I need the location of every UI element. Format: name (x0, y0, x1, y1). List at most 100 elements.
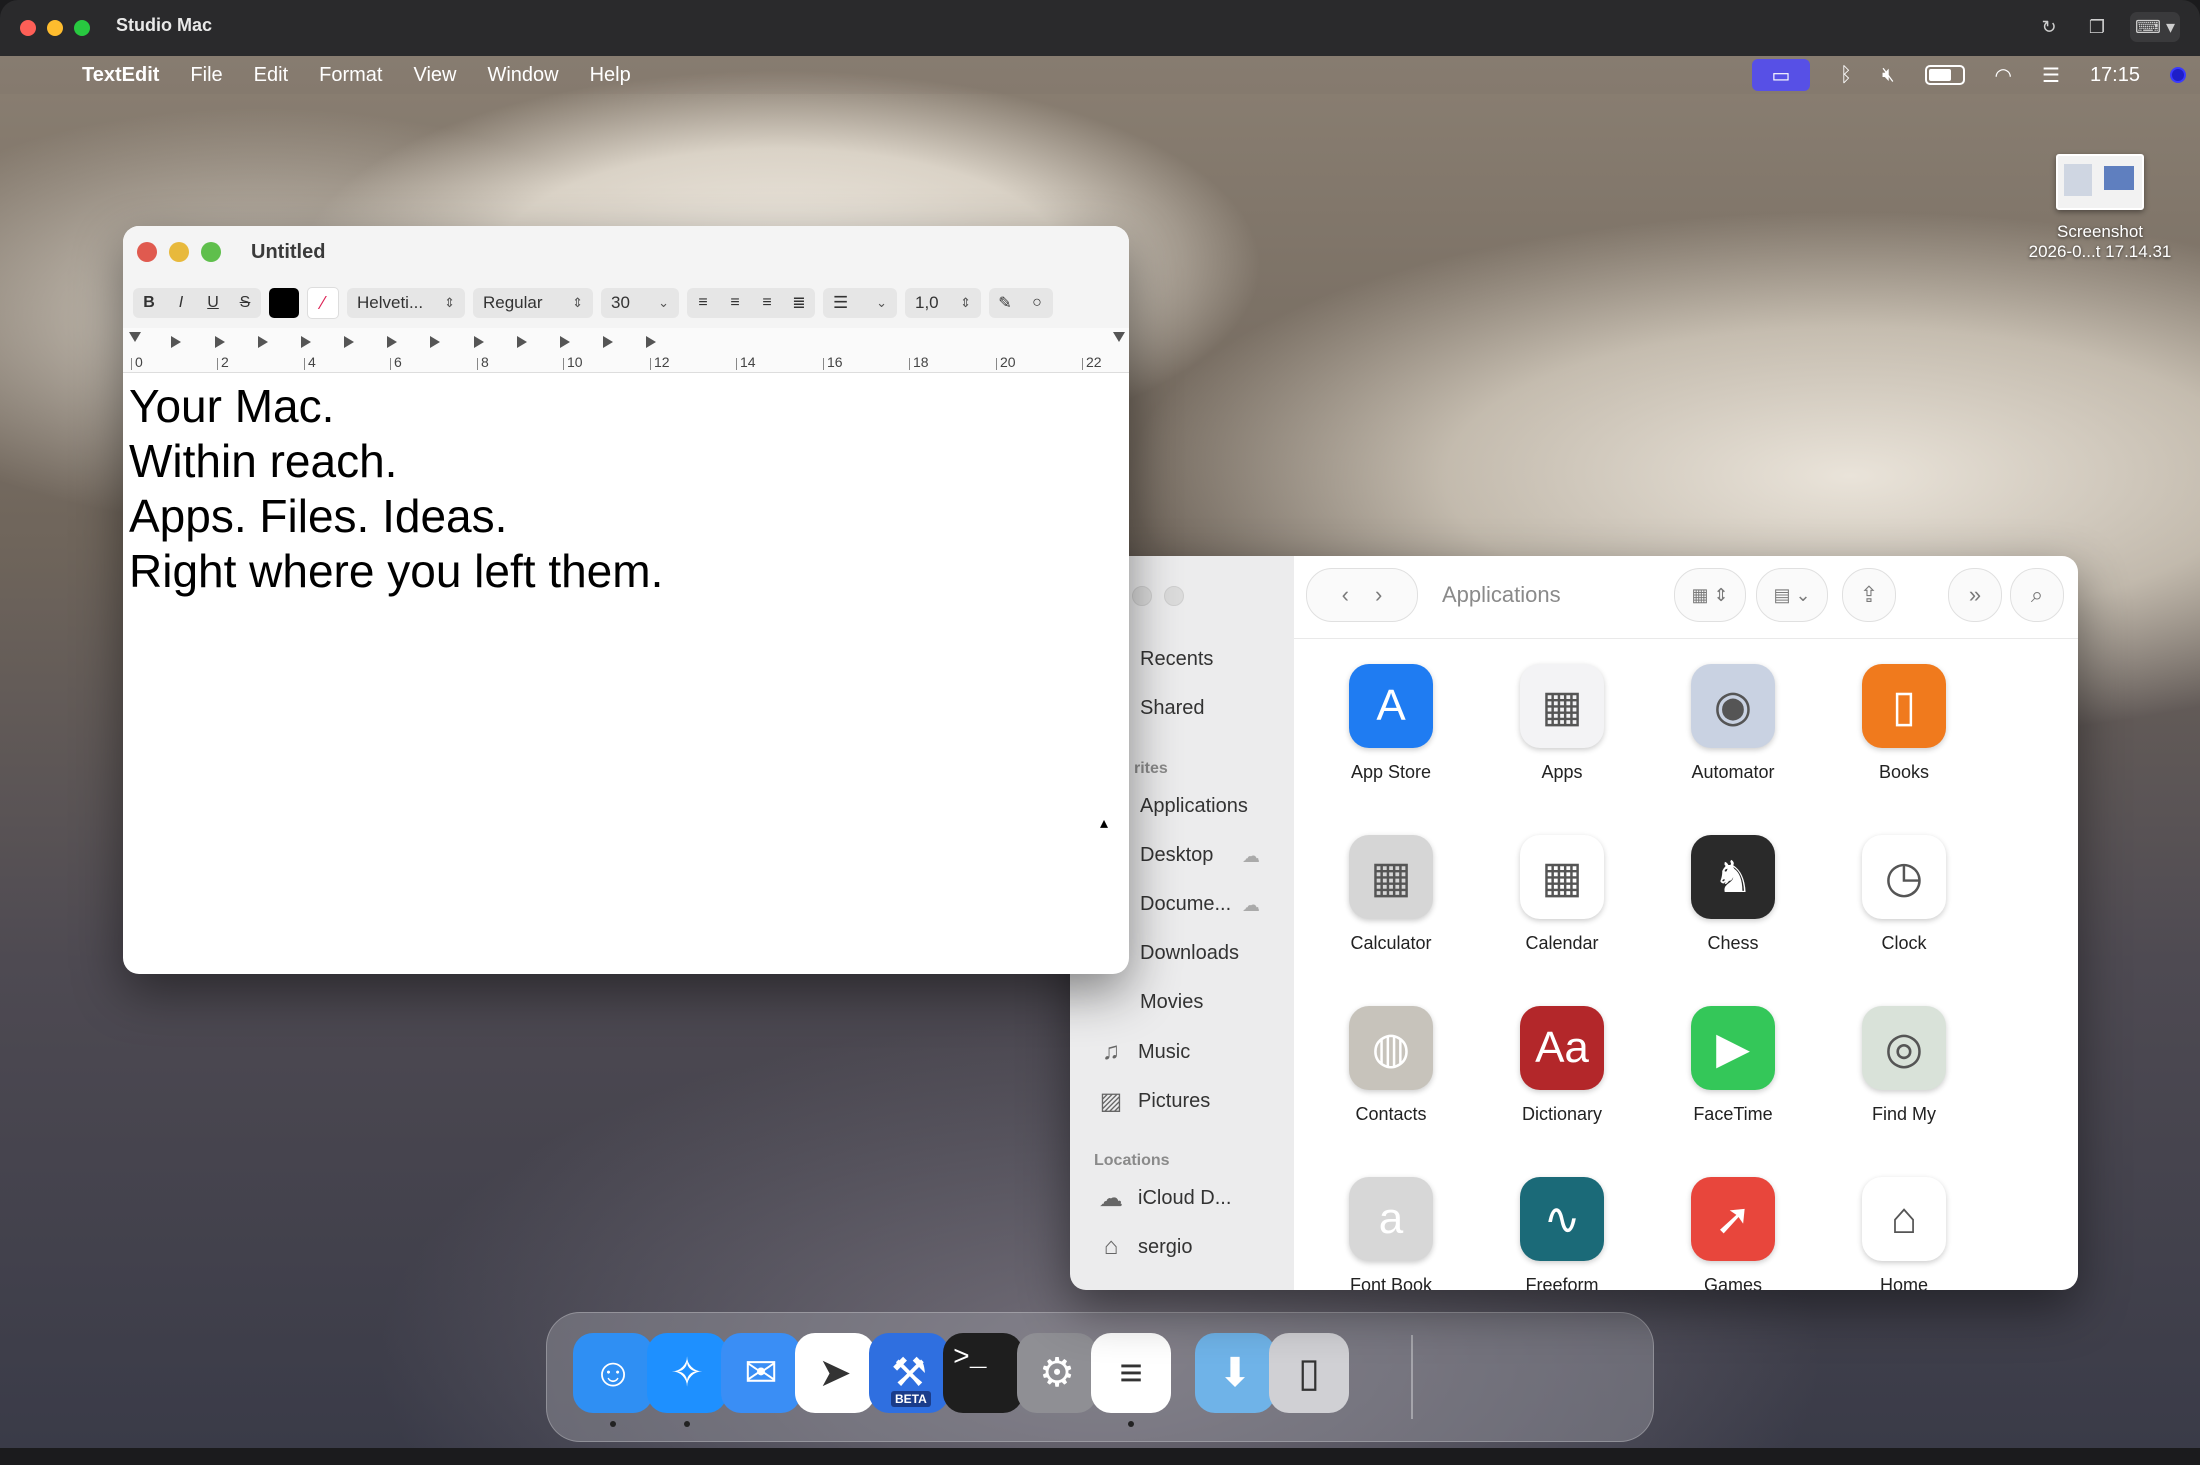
sidebar-item-music[interactable]: ♫ Music (1098, 1038, 1190, 1066)
tab-stop-icon[interactable] (171, 336, 181, 348)
sidebar-item-downloads[interactable]: Downloads (1140, 942, 1239, 965)
safari-icon[interactable]: ✧ (647, 1333, 727, 1413)
sidebar-item-icloud-drive[interactable]: ☁ iCloud D... (1098, 1184, 1231, 1213)
app-apps[interactable]: ▦ Apps (1487, 664, 1637, 783)
view-mode-button[interactable]: ▦ ⇕ (1674, 568, 1746, 622)
finder-minimize-button[interactable] (1132, 586, 1152, 606)
app-find-my[interactable]: ◎ Find My (1829, 1006, 1979, 1125)
underline-button[interactable]: U (197, 288, 229, 318)
textedit-close-button[interactable] (137, 242, 157, 262)
more-toolbar-button[interactable]: » (1948, 568, 2002, 622)
downloads-folder-icon[interactable]: ⬇ (1195, 1333, 1275, 1413)
mute-icon[interactable]: 🔇︎ (1882, 64, 1895, 87)
background-color-icon[interactable]: ⁄ (307, 287, 339, 319)
gear-icon[interactable]: ⚙ (1017, 1333, 1097, 1413)
tab-stop-icon[interactable] (258, 336, 268, 348)
rotate-icon[interactable]: ↻ (2034, 12, 2064, 42)
clipboard-icon[interactable]: ❐ (2082, 12, 2112, 42)
app-freeform[interactable]: ∿ Freeform (1487, 1177, 1637, 1290)
document-body[interactable]: Your Mac. Within reach. Apps. Files. Ide… (123, 373, 1129, 605)
tab-stop-icon[interactable] (301, 336, 311, 348)
font-size-select[interactable]: 30 ⌄ (601, 288, 679, 318)
menu-help[interactable]: Help (590, 64, 631, 87)
sidebar-item-applications[interactable]: Applications (1140, 795, 1248, 818)
zoom-button[interactable] (74, 20, 90, 36)
desktop-screenshot-file[interactable]: Screenshot 2026-0...t 17.14.31 (2015, 154, 2185, 262)
sidebar-item-recents[interactable]: Recents (1140, 648, 1213, 671)
minimize-button[interactable] (47, 20, 63, 36)
menu-file[interactable]: File (190, 64, 222, 87)
tab-stop-icon[interactable] (603, 336, 613, 348)
font-style-select[interactable]: Regular ⇕ (473, 288, 593, 318)
align-center-icon[interactable]: ≡ (719, 288, 751, 318)
menu-view[interactable]: View (413, 64, 456, 87)
app-clock[interactable]: ◷ Clock (1829, 835, 1979, 954)
app-home[interactable]: ⌂ Home (1829, 1177, 1979, 1290)
line-spacing-select[interactable]: 1,0 ⇕ (905, 288, 981, 318)
ruler[interactable]: 0 2 4 6 8 10 12 14 16 18 20 22 (123, 328, 1129, 373)
tab-stop-icon[interactable] (387, 336, 397, 348)
telegram-icon[interactable]: ➤ (795, 1333, 875, 1413)
trash-icon[interactable]: ▯ (1269, 1333, 1349, 1413)
sidebar-item-movies[interactable]: Movies (1140, 991, 1203, 1014)
sidebar-item-home[interactable]: ⌂ sergio (1098, 1233, 1193, 1261)
bluetooth-icon[interactable]: ᛒ (1840, 64, 1852, 87)
battery-icon[interactable] (1924, 65, 1965, 85)
left-indent-marker[interactable] (129, 332, 141, 348)
app-calendar[interactable]: ▦ Calendar (1487, 835, 1637, 954)
sidebar-item-desktop[interactable]: Desktop (1140, 844, 1213, 867)
app-chess[interactable]: ♞ Chess (1658, 835, 1808, 954)
control-center-icon[interactable]: ☰ (2042, 63, 2060, 88)
pencil-icon[interactable]: ✎ (989, 288, 1021, 318)
right-margin-marker[interactable] (1113, 332, 1125, 348)
chevron-left-icon[interactable]: ‹ (1342, 582, 1349, 608)
app-automator[interactable]: ◉ Automator (1658, 664, 1808, 783)
app-app-store[interactable]: A App Store (1316, 664, 1466, 783)
close-button[interactable] (20, 20, 36, 36)
sidebar-item-documents[interactable]: Docume... (1140, 893, 1231, 916)
group-by-button[interactable]: ▤ ⌄ (1756, 568, 1828, 622)
app-facetime[interactable]: ▶ FaceTime (1658, 1006, 1808, 1125)
xcode-beta-icon[interactable]: ⚒ BETA (869, 1333, 949, 1413)
tab-stop-icon[interactable] (646, 336, 656, 348)
clock[interactable]: 17:15 (2090, 64, 2140, 87)
app-font-book[interactable]: a Font Book (1316, 1177, 1466, 1290)
keyboard-icon[interactable]: ⌨ ▾ (2130, 12, 2180, 42)
chevron-right-icon[interactable]: › (1375, 582, 1382, 608)
menu-app-name[interactable]: TextEdit (82, 64, 159, 87)
align-justify-icon[interactable]: ≣ (783, 288, 815, 318)
strikethrough-button[interactable]: S (229, 288, 261, 318)
menu-edit[interactable]: Edit (254, 64, 288, 87)
app-contacts[interactable]: ◍ Contacts (1316, 1006, 1466, 1125)
app-games[interactable]: ➚ Games (1658, 1177, 1808, 1290)
menu-format[interactable]: Format (319, 64, 382, 87)
circle-icon[interactable]: ○ (1021, 288, 1053, 318)
tab-stop-icon[interactable] (517, 336, 527, 348)
list-style-select[interactable]: ☰ ⌄ (823, 288, 897, 318)
tab-stop-icon[interactable] (215, 336, 225, 348)
tab-stop-icon[interactable] (430, 336, 440, 348)
search-button[interactable]: ⌕ (2010, 568, 2064, 622)
terminal-icon[interactable]: >_ (943, 1333, 1023, 1413)
textedit-minimize-button[interactable] (169, 242, 189, 262)
app-calculator[interactable]: ▦ Calculator (1316, 835, 1466, 954)
align-left-icon[interactable]: ≡ (687, 288, 719, 318)
share-button[interactable]: ⇪ (1842, 568, 1896, 622)
wifi-icon[interactable]: ◠ (1995, 63, 2012, 88)
align-right-icon[interactable]: ≡ (751, 288, 783, 318)
app-books[interactable]: ▯ Books (1829, 664, 1979, 783)
text-color-swatch[interactable] (269, 288, 299, 318)
italic-button[interactable]: I (165, 288, 197, 318)
tab-stop-icon[interactable] (560, 336, 570, 348)
bold-button[interactable]: B (133, 288, 165, 318)
sidebar-item-pictures[interactable]: ▨ Pictures (1098, 1087, 1211, 1116)
textedit-icon[interactable]: ≡ (1091, 1333, 1171, 1413)
menu-window[interactable]: Window (487, 64, 558, 87)
screen-sharing-icon[interactable]: ▭ (1751, 59, 1810, 91)
textedit-zoom-button[interactable] (201, 242, 221, 262)
font-family-select[interactable]: Helveti... ⇕ (347, 288, 465, 318)
finder-zoom-button[interactable] (1164, 586, 1184, 606)
mail-icon[interactable]: ✉ (721, 1333, 801, 1413)
tab-stop-icon[interactable] (474, 336, 484, 348)
finder-icon[interactable]: ☺ (573, 1333, 653, 1413)
